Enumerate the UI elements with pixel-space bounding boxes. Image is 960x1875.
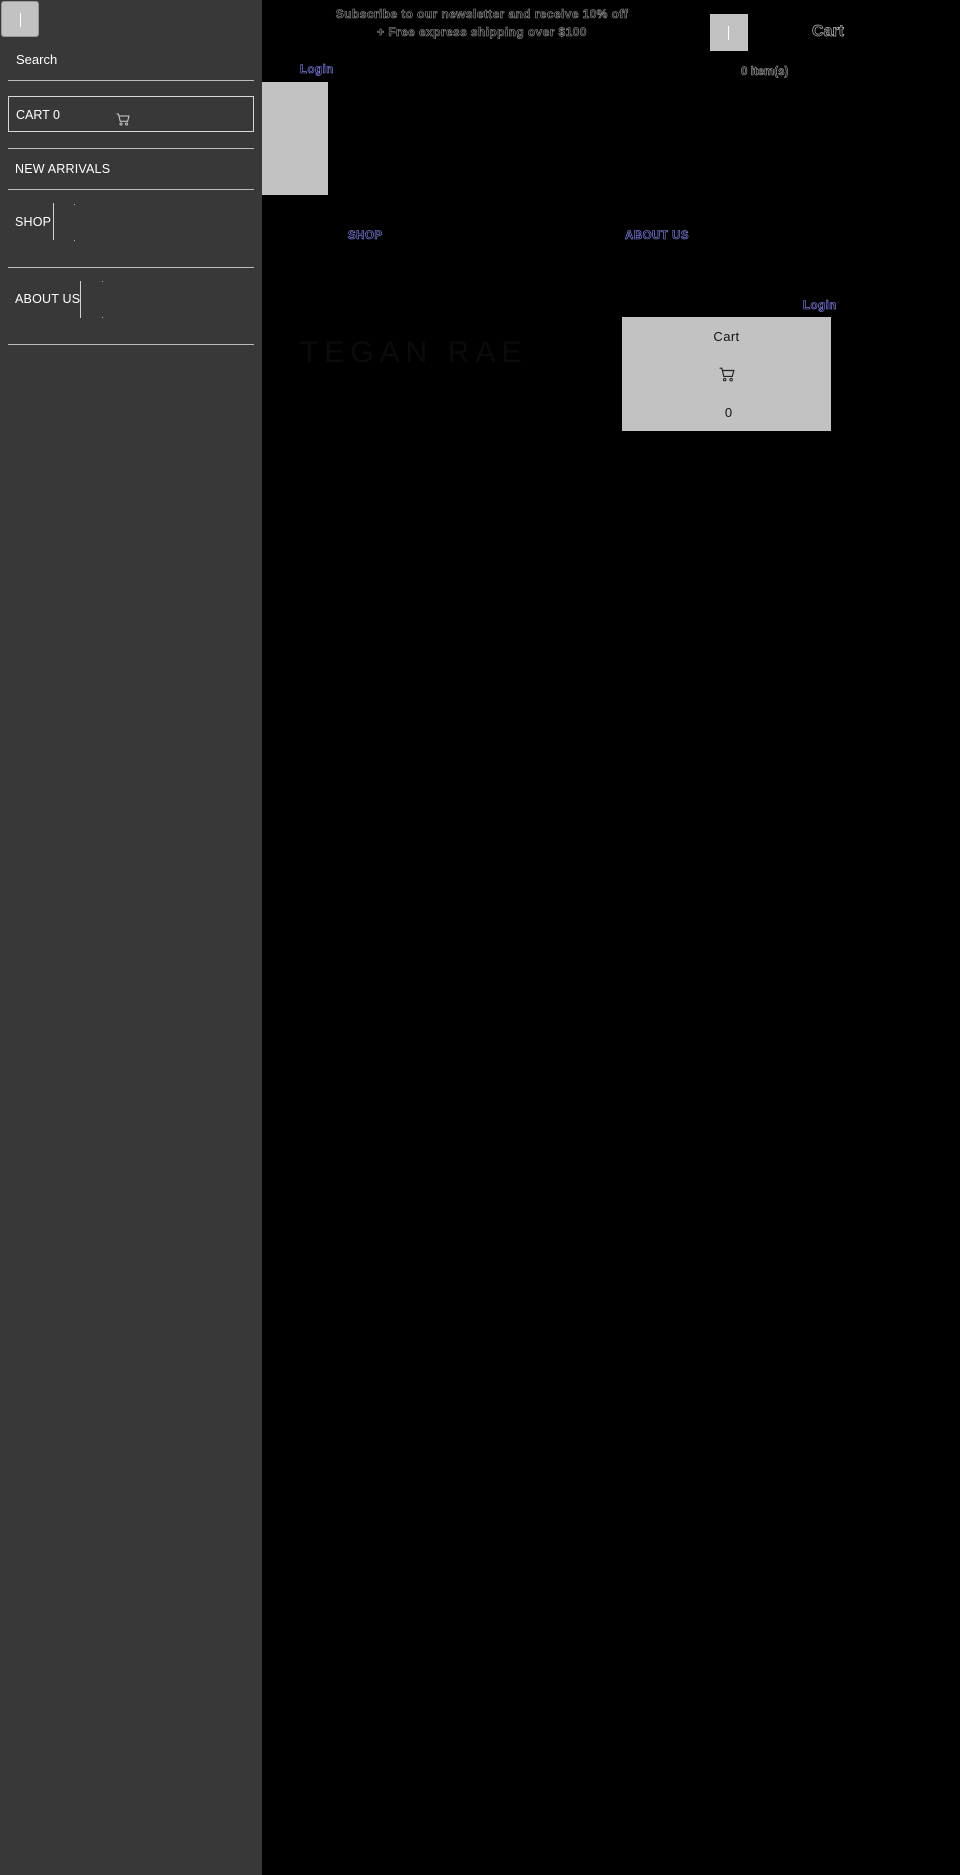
close-drawer-button[interactable] — [1, 1, 39, 37]
submenu-marker — [74, 204, 75, 205]
cart-panel-title: Cart — [713, 329, 740, 344]
promo-banner-line-1: Subscribe to our newsletter and receive … — [335, 7, 629, 22]
header-login-link[interactable]: Login — [300, 64, 334, 77]
logo-image[interactable] — [262, 82, 328, 195]
cart-panel[interactable]: Cart 0 — [622, 317, 831, 431]
menu-toggle-button[interactable] — [710, 14, 748, 51]
header-cart-link[interactable]: Cart — [812, 23, 845, 41]
sidebar-drawer: Search CART 0 NEW ARRIVALS SHOP ABOUT US — [0, 0, 262, 1875]
close-icon — [20, 13, 21, 27]
submenu-marker — [102, 317, 103, 318]
promo-banner-line-2: + Free express shipping over $100 — [377, 25, 587, 40]
header-item-count[interactable]: 0 item(s) — [741, 66, 789, 79]
submenu-marker — [102, 281, 103, 282]
divider — [8, 189, 254, 190]
submenu-marker — [74, 240, 75, 241]
divider — [8, 148, 254, 149]
divider — [8, 80, 254, 81]
nav-about-us-link[interactable]: ABOUT US — [625, 230, 689, 243]
nav-shop-link[interactable]: SHOP — [348, 230, 383, 243]
submenu-toggle[interactable] — [53, 203, 54, 240]
sidebar-cart-button[interactable]: CART 0 — [8, 96, 254, 132]
sidebar-item-new-arrivals[interactable]: NEW ARRIVALS — [15, 162, 110, 176]
divider — [8, 267, 254, 268]
sidebar-item-about-us[interactable]: ABOUT US — [15, 292, 80, 306]
cart-icon — [116, 113, 130, 126]
menu-icon — [728, 26, 729, 40]
sidebar-cart-label: CART 0 — [16, 108, 61, 122]
cart-panel-count: 0 — [724, 405, 733, 420]
brand-logo-text[interactable]: TEGAN RAE — [300, 336, 527, 370]
submenu-toggle[interactable] — [80, 281, 81, 318]
cart-panel-login-link[interactable]: Login — [803, 300, 837, 313]
sidebar-search-link[interactable]: Search — [16, 52, 57, 67]
divider — [8, 344, 254, 345]
cart-icon — [719, 367, 735, 382]
sidebar-item-shop[interactable]: SHOP — [15, 215, 51, 229]
